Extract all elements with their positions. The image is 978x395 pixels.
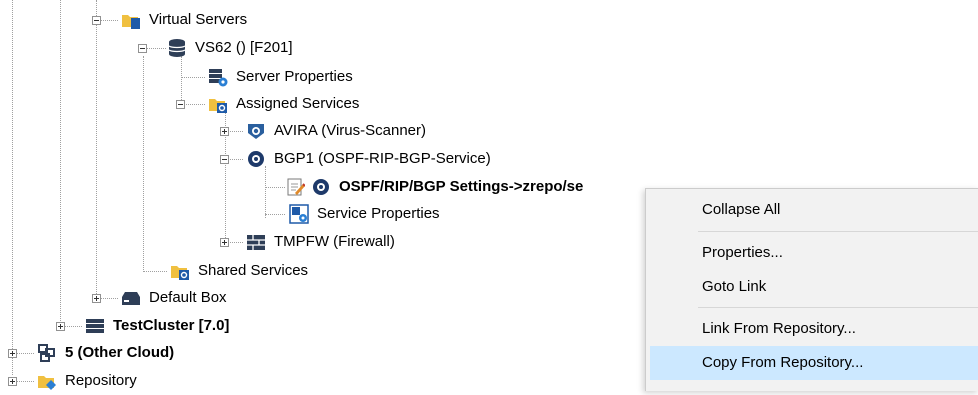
tree-line bbox=[181, 77, 205, 78]
menu-item-properties[interactable]: Properties... bbox=[650, 236, 978, 270]
tree-line bbox=[143, 271, 167, 272]
tree-node-shared-services[interactable]: Shared Services bbox=[170, 259, 310, 283]
tree-line bbox=[143, 56, 144, 272]
expand-toggle[interactable] bbox=[220, 238, 229, 247]
tree-line bbox=[265, 166, 266, 218]
tree-node-label: AVIRA (Virus-Scanner) bbox=[274, 122, 426, 139]
expand-toggle[interactable] bbox=[56, 322, 65, 331]
tree-node-label: Shared Services bbox=[198, 262, 309, 279]
virus-scanner-icon bbox=[246, 121, 266, 141]
tree-node-service-properties[interactable]: Service Properties bbox=[289, 202, 442, 226]
tree-node-testcluster[interactable]: TestCluster [7.0] bbox=[85, 314, 231, 338]
tree-node-vs62[interactable]: VS62 () [F201] bbox=[167, 36, 295, 60]
tree-line bbox=[265, 187, 285, 188]
edit-note-icon bbox=[287, 177, 306, 197]
expand-toggle[interactable] bbox=[8, 349, 17, 358]
expand-toggle[interactable] bbox=[8, 377, 17, 386]
collapse-toggle[interactable] bbox=[176, 100, 185, 109]
expand-toggle[interactable] bbox=[92, 294, 101, 303]
tree-node-label: Virtual Servers bbox=[149, 11, 248, 28]
tree-node-avira[interactable]: AVIRA (Virus-Scanner) bbox=[246, 119, 428, 143]
tree-node-label: Server Properties bbox=[236, 68, 353, 85]
routing-service-icon bbox=[246, 149, 266, 169]
tree-node-label: Service Properties bbox=[317, 205, 440, 222]
folder-service-icon bbox=[208, 94, 228, 114]
tree-node-repository[interactable]: Repository bbox=[37, 369, 139, 393]
tree-node-other-cloud[interactable]: 5 (Other Cloud) bbox=[37, 341, 176, 365]
tree-node-tmpfw[interactable]: TMPFW (Firewall) bbox=[246, 230, 397, 254]
tree-node-server-properties[interactable]: Server Properties bbox=[208, 65, 355, 89]
context-menu: Collapse All Properties... Goto Link Lin… bbox=[645, 188, 978, 391]
collapse-toggle[interactable] bbox=[220, 155, 229, 164]
tree-node-assigned-services[interactable]: Assigned Services bbox=[208, 92, 361, 116]
tree-node-ospf-settings[interactable]: OSPF/RIP/BGP Settings->zrepo/se bbox=[287, 175, 585, 199]
folder-repository-icon bbox=[37, 371, 57, 391]
tree-node-label: Assigned Services bbox=[236, 95, 360, 112]
box-icon bbox=[121, 288, 141, 308]
folder-server-icon bbox=[121, 10, 141, 30]
collapse-toggle[interactable] bbox=[92, 16, 101, 25]
tree-node-bgp1[interactable]: BGP1 (OSPF-RIP-BGP-Service) bbox=[246, 147, 493, 171]
routing-service-icon bbox=[311, 177, 331, 197]
collapse-toggle[interactable] bbox=[138, 44, 147, 53]
tree-line bbox=[265, 214, 285, 215]
server-settings-icon bbox=[208, 67, 228, 87]
tree-line bbox=[98, 20, 118, 21]
tree-node-default-box[interactable]: Default Box bbox=[121, 286, 229, 310]
tree-line bbox=[12, 0, 13, 375]
menu-item-copy-from-repository[interactable]: Copy From Repository... bbox=[650, 346, 978, 380]
service-properties-icon bbox=[289, 204, 309, 224]
firewall-icon bbox=[246, 232, 266, 252]
tree-node-label: TestCluster [7.0] bbox=[113, 317, 230, 334]
tree-node-label: OSPF/RIP/BGP Settings->zrepo/se bbox=[339, 178, 584, 195]
cloud-network-icon bbox=[37, 343, 57, 363]
tree-node-label: Default Box bbox=[149, 289, 227, 306]
tree-node-label: 5 (Other Cloud) bbox=[65, 344, 175, 361]
tree-node-label: TMPFW (Firewall) bbox=[274, 233, 395, 250]
tree-node-virtual-servers[interactable]: Virtual Servers bbox=[121, 8, 249, 32]
menu-separator bbox=[698, 231, 978, 232]
tree-node-label: BGP1 (OSPF-RIP-BGP-Service) bbox=[274, 150, 491, 167]
database-icon bbox=[167, 38, 187, 58]
menu-separator bbox=[698, 307, 978, 308]
folder-service-icon bbox=[170, 261, 190, 281]
tree-line bbox=[181, 56, 182, 104]
menu-item-link-from-repository[interactable]: Link From Repository... bbox=[650, 312, 978, 346]
menu-item-collapse-all[interactable]: Collapse All bbox=[650, 193, 978, 227]
tree-node-label: Repository bbox=[65, 372, 137, 389]
tree-line bbox=[60, 0, 61, 327]
menu-item-goto-link[interactable]: Goto Link bbox=[650, 270, 978, 304]
expand-toggle[interactable] bbox=[220, 127, 229, 136]
cluster-icon bbox=[85, 316, 105, 336]
tree-node-label: VS62 () [F201] bbox=[195, 39, 293, 56]
tree-line bbox=[96, 0, 97, 300]
